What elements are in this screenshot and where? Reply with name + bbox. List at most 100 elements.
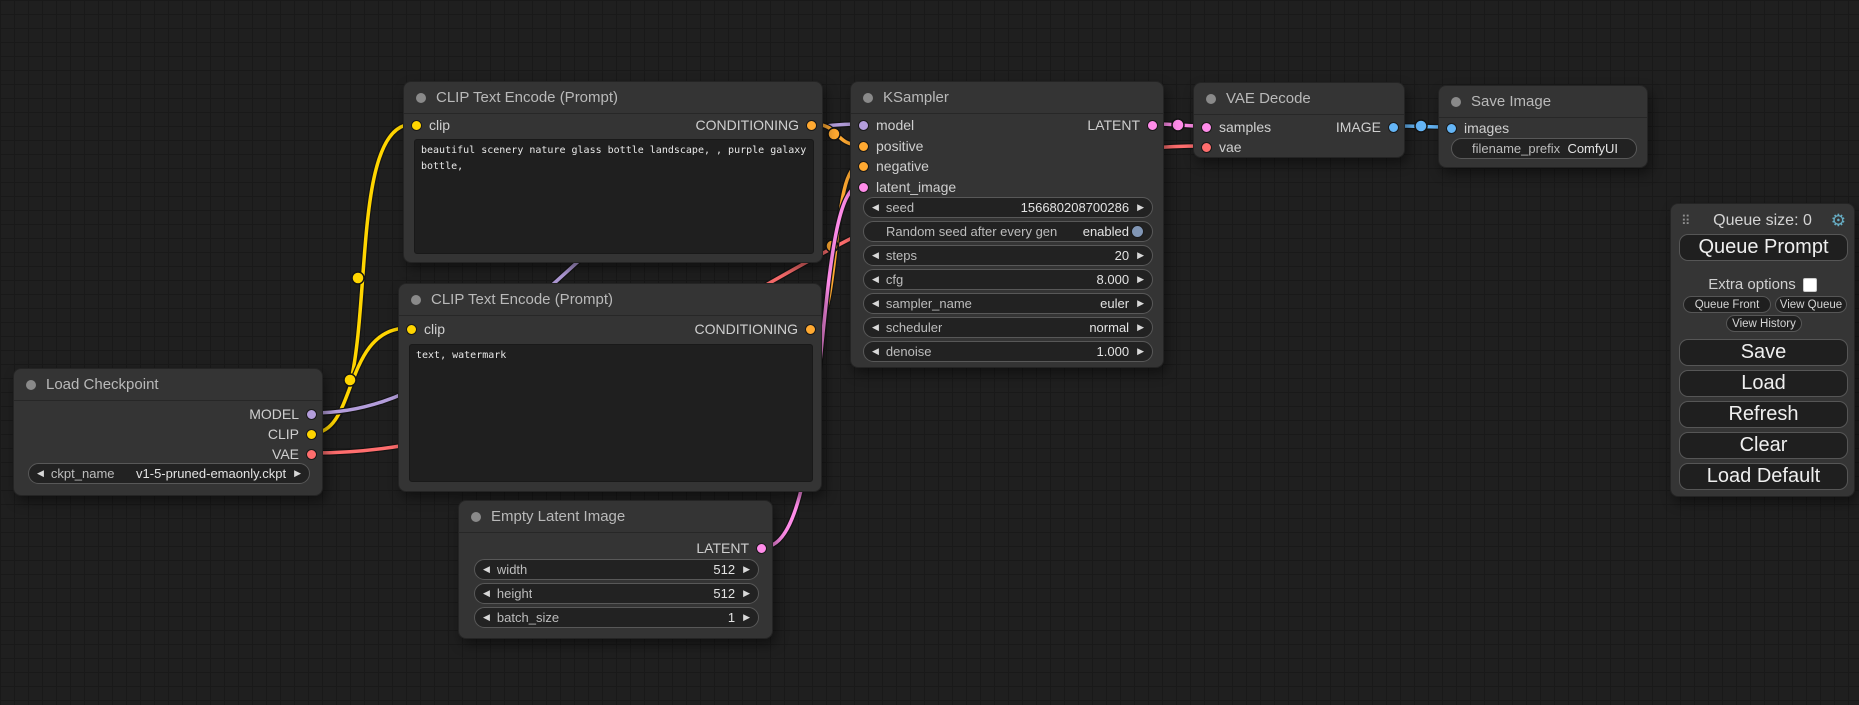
node-header[interactable]: Load Checkpoint xyxy=(14,369,322,401)
port-dot-latent[interactable] xyxy=(756,543,767,554)
port-dot-conditioning[interactable] xyxy=(858,161,869,172)
node-load-checkpoint[interactable]: Load Checkpoint MODEL CLIP VAE ◀ ckpt_na… xyxy=(13,368,323,496)
stepper-left-icon[interactable]: ◀ xyxy=(483,589,490,598)
stepper-left-icon[interactable]: ◀ xyxy=(872,347,879,356)
widget-height[interactable]: ◀ height 512 ▶ xyxy=(474,583,759,604)
node-header[interactable]: VAE Decode xyxy=(1194,83,1404,115)
node-empty-latent-image[interactable]: Empty Latent Image LATENT ◀ width 512 ▶ … xyxy=(458,500,773,639)
widget-filename-prefix[interactable]: filename_prefix ComfyUI xyxy=(1451,138,1637,159)
stepper-left-icon[interactable]: ◀ xyxy=(483,613,490,622)
node-clip-text-encode-2[interactable]: CLIP Text Encode (Prompt) clip CONDITION… xyxy=(398,283,822,492)
input-vae: vae xyxy=(1201,137,1242,157)
stepper-right-icon[interactable]: ▶ xyxy=(743,589,750,598)
stepper-left-icon[interactable]: ◀ xyxy=(872,275,879,284)
widget-ckpt-name[interactable]: ◀ ckpt_name v1-5-pruned-emaonly.ckpt ▶ xyxy=(28,463,310,484)
stepper-right-icon[interactable]: ▶ xyxy=(1137,347,1144,356)
widget-cfg[interactable]: ◀ cfg 8.000 ▶ xyxy=(863,269,1153,290)
output-clip: CLIP xyxy=(268,424,317,444)
extra-options-checkbox[interactable] xyxy=(1803,278,1817,292)
prompt-textarea[interactable]: beautiful scenery nature glass bottle la… xyxy=(414,139,814,254)
node-clip-text-encode-1[interactable]: CLIP Text Encode (Prompt) clip CONDITION… xyxy=(403,81,823,263)
port-dot-latent[interactable] xyxy=(1147,120,1158,131)
port-dot-clip[interactable] xyxy=(411,120,422,131)
node-header[interactable]: CLIP Text Encode (Prompt) xyxy=(404,82,822,114)
stepper-right-icon[interactable]: ▶ xyxy=(1137,275,1144,284)
queue-prompt-button[interactable]: Queue Prompt xyxy=(1679,234,1848,261)
widget-batch-size[interactable]: ◀ batch_size 1 ▶ xyxy=(474,607,759,628)
stepper-right-icon[interactable]: ▶ xyxy=(294,469,301,478)
widget-steps[interactable]: ◀ steps 20 ▶ xyxy=(863,245,1153,266)
node-save-image[interactable]: Save Image images filename_prefix ComfyU… xyxy=(1438,85,1648,168)
load-default-button[interactable]: Load Default xyxy=(1679,463,1848,490)
stepper-right-icon[interactable]: ▶ xyxy=(743,613,750,622)
drag-handle-icon[interactable]: ⠿ xyxy=(1681,213,1689,229)
stepper-right-icon[interactable]: ▶ xyxy=(1137,299,1144,308)
toggle-enabled-icon[interactable] xyxy=(1131,225,1144,238)
stepper-right-icon[interactable]: ▶ xyxy=(1137,251,1144,260)
node-header[interactable]: KSampler xyxy=(851,82,1163,114)
stepper-left-icon[interactable]: ◀ xyxy=(483,565,490,574)
widget-scheduler[interactable]: ◀ scheduler normal ▶ xyxy=(863,317,1153,338)
prompt-textarea[interactable]: text, watermark xyxy=(409,344,813,482)
refresh-button[interactable]: Refresh xyxy=(1679,401,1848,428)
view-history-button[interactable]: View History xyxy=(1726,315,1802,332)
collapse-dot-icon[interactable] xyxy=(411,295,421,305)
port-dot-vae[interactable] xyxy=(306,449,317,460)
widget-value: 512 xyxy=(713,562,735,577)
widget-width[interactable]: ◀ width 512 ▶ xyxy=(474,559,759,580)
stepper-left-icon[interactable]: ◀ xyxy=(872,299,879,308)
wire-clip-to-clip2 xyxy=(313,328,408,433)
node-canvas[interactable]: CLIP Text Encode (Prompt) clip CONDITION… xyxy=(0,0,1859,705)
port-dot-vae[interactable] xyxy=(1201,142,1212,153)
collapse-dot-icon[interactable] xyxy=(416,93,426,103)
output-conditioning: CONDITIONING xyxy=(695,319,816,339)
stepper-left-icon[interactable]: ◀ xyxy=(872,203,879,212)
stepper-right-icon[interactable]: ▶ xyxy=(743,565,750,574)
port-dot-clip[interactable] xyxy=(306,429,317,440)
node-ksampler[interactable]: KSampler model LATENT positive negative … xyxy=(850,81,1164,368)
port-dot-clip[interactable] xyxy=(406,324,417,335)
port-dot-model[interactable] xyxy=(306,409,317,420)
widget-random-seed[interactable]: Random seed after every gen enabled xyxy=(863,221,1153,242)
node-header[interactable]: Empty Latent Image xyxy=(459,501,772,533)
collapse-dot-icon[interactable] xyxy=(1206,94,1216,104)
collapse-dot-icon[interactable] xyxy=(26,380,36,390)
stepper-right-icon[interactable]: ▶ xyxy=(1137,323,1144,332)
stepper-right-icon[interactable]: ▶ xyxy=(1137,203,1144,212)
stepper-left-icon[interactable]: ◀ xyxy=(872,323,879,332)
stepper-left-icon[interactable]: ◀ xyxy=(37,469,44,478)
widget-sampler-name[interactable]: ◀ sampler_name euler ▶ xyxy=(863,293,1153,314)
link-midpoint-dot xyxy=(828,128,840,140)
node-header[interactable]: Save Image xyxy=(1439,86,1647,118)
port-dot-image[interactable] xyxy=(1388,122,1399,133)
gear-icon[interactable]: ⚙ xyxy=(1831,212,1846,229)
port-label: LATENT xyxy=(1087,117,1140,133)
collapse-dot-icon[interactable] xyxy=(863,93,873,103)
collapse-dot-icon[interactable] xyxy=(471,512,481,522)
save-button[interactable]: Save xyxy=(1679,339,1848,366)
widget-seed[interactable]: ◀ seed 156680208700286 ▶ xyxy=(863,197,1153,218)
widget-label: steps xyxy=(886,248,917,263)
port-dot-conditioning[interactable] xyxy=(806,120,817,131)
load-button[interactable]: Load xyxy=(1679,370,1848,397)
node-header[interactable]: CLIP Text Encode (Prompt) xyxy=(399,284,821,316)
port-dot-image[interactable] xyxy=(1446,123,1457,134)
stepper-left-icon[interactable]: ◀ xyxy=(872,251,879,260)
view-queue-button[interactable]: View Queue xyxy=(1775,296,1847,313)
port-dot-model[interactable] xyxy=(858,120,869,131)
link-midpoint-dot xyxy=(1415,120,1427,132)
collapse-dot-icon[interactable] xyxy=(1451,97,1461,107)
clear-button[interactable]: Clear xyxy=(1679,432,1848,459)
widget-denoise[interactable]: ◀ denoise 1.000 ▶ xyxy=(863,341,1153,362)
queue-front-button[interactable]: Queue Front xyxy=(1683,296,1771,313)
node-vae-decode[interactable]: VAE Decode samples IMAGE vae xyxy=(1193,82,1405,158)
input-clip: clip xyxy=(406,319,445,339)
port-dot-conditioning[interactable] xyxy=(858,141,869,152)
port-label: samples xyxy=(1219,119,1271,135)
port-dot-latent[interactable] xyxy=(1201,122,1212,133)
extra-options-label: Extra options xyxy=(1708,276,1796,293)
input-positive: positive xyxy=(858,136,923,156)
port-dot-latent[interactable] xyxy=(858,182,869,193)
port-label: clip xyxy=(429,117,450,133)
port-dot-conditioning[interactable] xyxy=(805,324,816,335)
